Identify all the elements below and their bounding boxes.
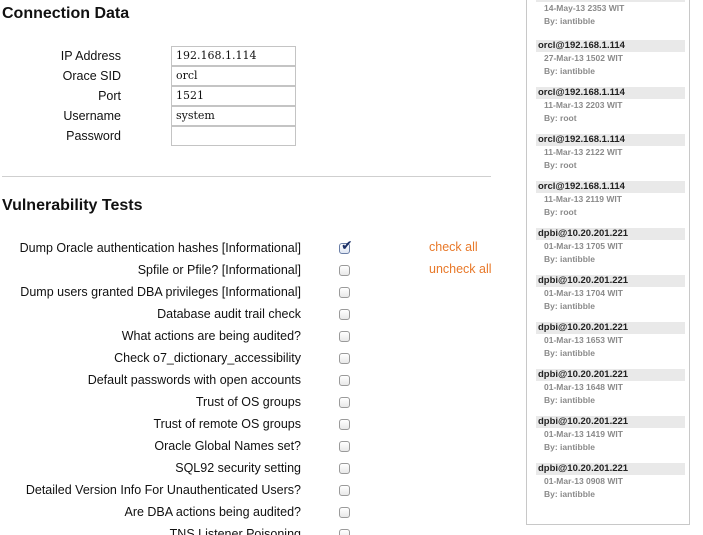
port-label: Port — [98, 89, 121, 103]
history-entry[interactable]: dpbi@10.20.201.221 01-Mar-13 1704 WIT By: … — [536, 275, 685, 313]
history-entry[interactable]: orcl@192.168.1.114 27-Mar-13 1502 WIT By: … — [536, 40, 685, 78]
password-label: Password — [66, 129, 121, 143]
oracle-sid-field[interactable]: orcl — [171, 66, 296, 86]
test-checkbox[interactable] — [339, 419, 350, 430]
history-date: 14-May-13 2353 WIT — [544, 3, 625, 13]
history-user: By: iantibble — [544, 442, 596, 452]
vulnerability-tests-heading: Vulnerability Tests — [2, 197, 143, 214]
test-label: Spfile or Pfile? [Informational] — [137, 263, 301, 277]
test-label: Oracle Global Names set? — [154, 439, 301, 453]
username-label: Username — [63, 109, 121, 123]
history-date: 11-Mar-13 2203 WIT — [544, 100, 623, 110]
test-checkbox[interactable] — [339, 485, 350, 496]
test-label: Dump users granted DBA privileges [Infor… — [20, 285, 301, 299]
history-user: By: iantibble — [544, 395, 596, 405]
history-date: 11-Mar-13 2119 WIT — [544, 194, 622, 204]
test-label: Database audit trail check — [157, 307, 301, 321]
history-target: orcl@192.168.1.114 — [536, 40, 685, 52]
history-date: 01-Mar-13 1419 WIT — [544, 429, 623, 439]
history-target: dpbi@10.20.201.221 — [536, 416, 685, 428]
test-checkbox[interactable] — [339, 331, 350, 342]
test-label: What actions are being audited? — [121, 329, 301, 343]
username-field[interactable]: system — [171, 106, 296, 126]
history-target: dpbi@10.20.201.221 — [536, 463, 685, 475]
password-field[interactable] — [171, 126, 296, 146]
history-date: 27-Mar-13 1502 WIT — [544, 53, 623, 63]
test-checkbox[interactable] — [339, 265, 350, 276]
test-label: TNS Listener Poisoning — [169, 527, 301, 535]
history-target: dpbi@10.20.201.221 — [536, 228, 685, 240]
test-checkbox[interactable]: ✔ — [339, 239, 353, 254]
history-date: 01-Mar-13 1705 WIT — [544, 241, 623, 251]
history-entry[interactable]: dpbi@10.20.201.221 01-Mar-13 1419 WIT By: … — [536, 416, 685, 454]
uncheck-all-link[interactable]: uncheck all — [429, 262, 492, 276]
test-label: Check o7_dictionary_accessibility — [114, 351, 301, 365]
test-checkbox[interactable] — [339, 397, 350, 408]
test-checkbox[interactable] — [339, 309, 350, 320]
test-label: SQL92 security setting — [175, 461, 301, 475]
port-field[interactable]: 1521 — [171, 86, 296, 106]
history-panel: 14-May-13 2353 WIT By: iantibble orcl@192.… — [526, 0, 690, 525]
history-user: By: iantibble — [544, 348, 596, 358]
history-entry[interactable]: dpbi@10.20.201.221 01-Mar-13 1648 WIT By: … — [536, 369, 685, 407]
test-checkbox[interactable] — [339, 287, 350, 298]
test-label: Dump Oracle authentication hashes [Infor… — [19, 241, 301, 255]
test-label: Detailed Version Info For Unauthenticate… — [25, 483, 301, 497]
history-user: By: root — [544, 160, 577, 170]
connection-data-heading: Connection Data — [2, 5, 130, 22]
test-checkbox[interactable] — [339, 441, 350, 452]
history-date: 01-Mar-13 0908 WIT — [544, 476, 623, 486]
history-date: 01-Mar-13 1648 WIT — [544, 382, 623, 392]
history-entry[interactable]: orcl@192.168.1.114 11-Mar-13 2122 WIT By: … — [536, 134, 685, 172]
history-entry[interactable]: orcl@192.168.1.114 11-Mar-13 2119 WIT By: … — [536, 181, 685, 219]
test-checkbox[interactable] — [339, 529, 350, 535]
history-target: dpbi@10.20.201.221 — [536, 322, 685, 334]
history-user: By: root — [544, 113, 577, 123]
history-date: 01-Mar-13 1704 WIT — [544, 288, 623, 298]
test-label: Default passwords with open accounts — [87, 373, 301, 387]
test-checkbox[interactable] — [339, 375, 350, 386]
history-user: By: iantibble — [544, 254, 596, 264]
history-entry[interactable]: dpbi@10.20.201.221 01-Mar-13 0908 WIT By: … — [536, 463, 685, 501]
ip-address-field[interactable]: 192.168.1.114 — [171, 46, 296, 66]
history-date: 01-Mar-13 1653 WIT — [544, 335, 623, 345]
history-target: dpbi@10.20.201.221 — [536, 369, 685, 381]
test-checkbox[interactable] — [339, 463, 350, 474]
ip-address-label: IP Address — [60, 49, 121, 63]
history-user: By: iantibble — [544, 489, 596, 499]
history-target: orcl@192.168.1.114 — [536, 181, 685, 193]
test-checkbox[interactable] — [339, 507, 350, 518]
history-user: By: iantibble — [544, 16, 596, 26]
section-divider — [2, 176, 491, 177]
history-entry[interactable]: orcl@192.168.1.114 11-Mar-13 2203 WIT By: … — [536, 87, 685, 125]
history-entry[interactable]: 14-May-13 2353 WIT By: iantibble — [536, 0, 685, 28]
history-target: orcl@192.168.1.114 — [536, 87, 685, 99]
history-entry[interactable]: dpbi@10.20.201.221 01-Mar-13 1653 WIT By: … — [536, 322, 685, 360]
history-target: dpbi@10.20.201.221 — [536, 275, 685, 287]
history-user: By: iantibble — [544, 66, 596, 76]
oracle-sid-label: Orace SID — [62, 69, 121, 83]
test-label: Are DBA actions being audited? — [124, 505, 301, 519]
history-date: 11-Mar-13 2122 WIT — [544, 147, 623, 157]
test-checkbox[interactable] — [339, 353, 350, 364]
check-all-link[interactable]: check all — [429, 240, 478, 254]
checkmark-icon: ✔ — [341, 238, 353, 254]
history-user: By: root — [544, 207, 577, 217]
history-user: By: iantibble — [544, 301, 596, 311]
test-label: Trust of remote OS groups — [153, 417, 301, 431]
test-label: Trust of OS groups — [195, 395, 301, 409]
history-target: orcl@192.168.1.114 — [536, 134, 685, 146]
history-entry[interactable]: dpbi@10.20.201.221 01-Mar-13 1705 WIT By: … — [536, 228, 685, 266]
